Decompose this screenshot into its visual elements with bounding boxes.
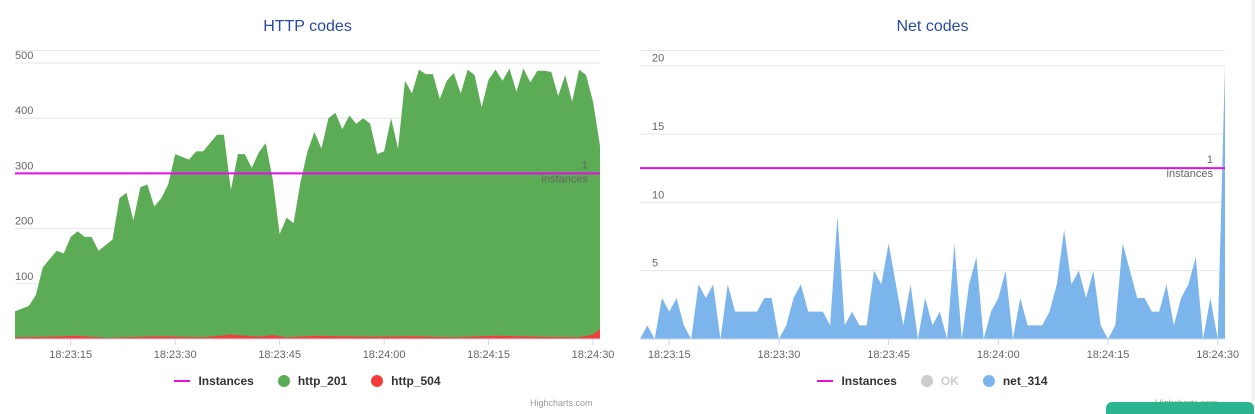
y-tick-label: 200 <box>15 216 33 228</box>
legend-label: OK <box>940 374 959 388</box>
x-tick-label: 18:23:45 <box>867 349 910 361</box>
net-codes-plot: 5 10 15 20 1 instances 18:23:15 18:23:30 18:23:4… <box>640 53 1239 361</box>
legend-item-ok[interactable]: OK <box>920 374 959 388</box>
y-tick-label: 20 <box>652 53 664 65</box>
legend: Instances OK net_314 <box>625 374 1240 388</box>
legend-line-icon <box>174 380 191 382</box>
x-tick-label: 18:24:30 <box>1196 349 1239 361</box>
legend-item-http_504[interactable]: http_504 <box>371 374 441 388</box>
x-tick-label: 18:23:15 <box>49 349 92 361</box>
floating-action-button[interactable] <box>1106 402 1254 414</box>
legend-item-instances[interactable]: Instances <box>174 374 254 388</box>
credits-link[interactable]: Highcharts.com <box>530 398 593 408</box>
instances-plot-line-label: 1 <box>1207 154 1213 166</box>
x-tick-label: 18:24:15 <box>1087 349 1130 361</box>
legend-item-instances[interactable]: Instances <box>817 374 897 388</box>
scrollbar[interactable] <box>1251 0 1255 408</box>
instances-plot-line-label: instances <box>1167 168 1214 180</box>
y-tick-label: 500 <box>15 50 33 62</box>
legend: Instances http_201 http_504 <box>0 374 615 388</box>
net-codes-panel: Net codes 5 10 15 20 1 instances 18:23:15 18:23… <box>625 0 1240 408</box>
http-codes-plot: 100 200 300 400 500 1 instances 18:23:15 18:23:3… <box>15 50 615 361</box>
http-codes-panel: HTTP codes 100 200 300 400 500 1 instances 18:2… <box>0 0 615 408</box>
legend-dot-icon <box>371 375 384 387</box>
legend-label: http_504 <box>391 374 441 388</box>
legend-label: http_201 <box>297 374 348 388</box>
y-tick-label: 15 <box>652 121 664 133</box>
legend-dot-icon <box>920 375 933 387</box>
y-tick-label: 10 <box>652 189 664 201</box>
y-tick-label: 5 <box>652 258 658 270</box>
x-tick-label: 18:23:30 <box>154 349 197 361</box>
legend-line-icon <box>817 380 834 382</box>
x-tick-label: 18:23:15 <box>648 349 691 361</box>
legend-dot-icon <box>982 375 995 387</box>
series-http_201-area <box>15 68 600 340</box>
legend-label: Instances <box>841 374 897 388</box>
x-tick-label: 18:24:15 <box>467 349 510 361</box>
legend-item-net_314[interactable]: net_314 <box>982 374 1048 388</box>
x-tick-label: 18:24:00 <box>977 349 1020 361</box>
y-tick-label: 400 <box>15 105 33 117</box>
legend-label: net_314 <box>1002 374 1048 388</box>
x-tick-label: 18:24:30 <box>572 349 615 361</box>
y-tick-label: 100 <box>15 271 33 283</box>
x-tick-label: 18:24:00 <box>363 349 406 361</box>
instances-plot-line-label: instances <box>542 173 589 185</box>
legend-dot-icon <box>277 375 290 387</box>
legend-label: Instances <box>198 374 254 388</box>
x-tick-label: 18:23:30 <box>758 349 801 361</box>
instances-plot-line-label: 1 <box>582 159 588 171</box>
y-tick-label: 300 <box>15 160 33 172</box>
x-tick-label: 18:23:45 <box>258 349 301 361</box>
legend-item-http_201[interactable]: http_201 <box>277 374 348 388</box>
